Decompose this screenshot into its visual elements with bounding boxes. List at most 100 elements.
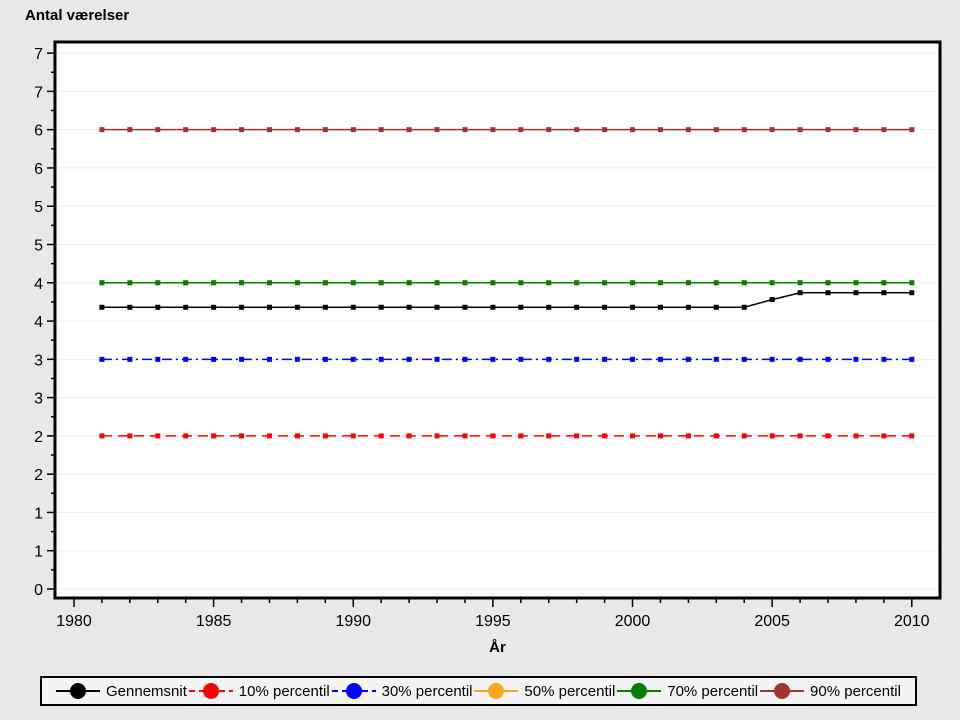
legend-item-label: 30% percentil (382, 683, 473, 700)
data-marker (183, 357, 188, 362)
data-marker (379, 305, 384, 310)
data-marker (630, 280, 635, 285)
plot-background (55, 42, 940, 598)
data-marker (602, 280, 607, 285)
data-marker (295, 433, 300, 438)
legend-item-90-percentil: 90% percentil (760, 682, 901, 700)
data-marker (211, 127, 216, 132)
data-marker (239, 305, 244, 310)
data-marker (127, 433, 132, 438)
data-marker (602, 305, 607, 310)
data-marker (239, 280, 244, 285)
y-tick-label: 1 (34, 505, 43, 522)
data-marker (239, 127, 244, 132)
data-marker (407, 433, 412, 438)
x-tick-label: 2010 (894, 613, 930, 630)
legend-marker-icon (474, 682, 518, 700)
y-tick-label: 1 (34, 544, 43, 561)
data-marker (853, 357, 858, 362)
data-marker (211, 433, 216, 438)
data-marker (267, 305, 272, 310)
data-marker (407, 127, 412, 132)
data-marker (518, 305, 523, 310)
data-marker (826, 290, 831, 295)
data-marker (714, 305, 719, 310)
data-marker (267, 433, 272, 438)
legend-item-label: Gennemsnit (106, 683, 187, 700)
data-marker (435, 305, 440, 310)
data-marker (686, 357, 691, 362)
data-marker (518, 280, 523, 285)
data-marker (323, 127, 328, 132)
x-tick-label: 1990 (335, 613, 371, 630)
data-marker (490, 305, 495, 310)
data-marker (155, 280, 160, 285)
data-marker (798, 127, 803, 132)
data-marker (183, 127, 188, 132)
data-marker (853, 433, 858, 438)
data-marker (742, 305, 747, 310)
data-marker (127, 357, 132, 362)
data-marker (295, 280, 300, 285)
data-marker (909, 433, 914, 438)
data-marker (714, 127, 719, 132)
y-tick-label: 3 (34, 391, 43, 408)
data-marker (658, 305, 663, 310)
y-tick-label: 2 (34, 467, 43, 484)
data-marker (881, 290, 886, 295)
data-marker (714, 433, 719, 438)
y-tick-label: 7 (34, 84, 43, 101)
data-marker (407, 357, 412, 362)
legend-marker-icon (760, 682, 804, 700)
data-marker (574, 280, 579, 285)
data-marker (211, 280, 216, 285)
y-tick-label: 3 (34, 352, 43, 369)
data-marker (155, 127, 160, 132)
data-marker (909, 127, 914, 132)
legend-marker-icon (332, 682, 376, 700)
data-marker (602, 357, 607, 362)
legend-item-label: 90% percentil (810, 683, 901, 700)
data-marker (742, 280, 747, 285)
data-marker (742, 127, 747, 132)
data-marker (798, 433, 803, 438)
legend-item-70-percentil: 70% percentil (617, 682, 758, 700)
data-marker (881, 357, 886, 362)
data-marker (379, 433, 384, 438)
legend-marker-icon (189, 682, 233, 700)
legend-item-gennemsnit: Gennemsnit (56, 682, 187, 700)
data-marker (574, 305, 579, 310)
data-marker (323, 433, 328, 438)
data-marker (462, 127, 467, 132)
y-tick-label: 5 (34, 237, 43, 254)
data-marker (323, 357, 328, 362)
data-marker (155, 305, 160, 310)
data-marker (239, 433, 244, 438)
data-marker (546, 433, 551, 438)
data-marker (295, 357, 300, 362)
legend-item-label: 10% percentil (239, 683, 330, 700)
y-tick-label: 6 (34, 123, 43, 140)
data-marker (295, 305, 300, 310)
data-marker (686, 305, 691, 310)
data-marker (602, 127, 607, 132)
data-marker (99, 280, 104, 285)
data-marker (686, 433, 691, 438)
data-marker (183, 280, 188, 285)
data-marker (267, 127, 272, 132)
data-marker (490, 357, 495, 362)
data-marker (351, 357, 356, 362)
y-tick-label: 2 (34, 429, 43, 446)
data-marker (798, 280, 803, 285)
data-marker (267, 280, 272, 285)
data-marker (881, 280, 886, 285)
x-tick-label: 1980 (56, 613, 92, 630)
legend-item-30-percentil: 30% percentil (332, 682, 473, 700)
data-marker (546, 127, 551, 132)
x-tick-label: 1995 (475, 613, 511, 630)
data-marker (99, 127, 104, 132)
data-marker (462, 433, 467, 438)
data-marker (770, 127, 775, 132)
data-marker (183, 305, 188, 310)
data-marker (155, 433, 160, 438)
